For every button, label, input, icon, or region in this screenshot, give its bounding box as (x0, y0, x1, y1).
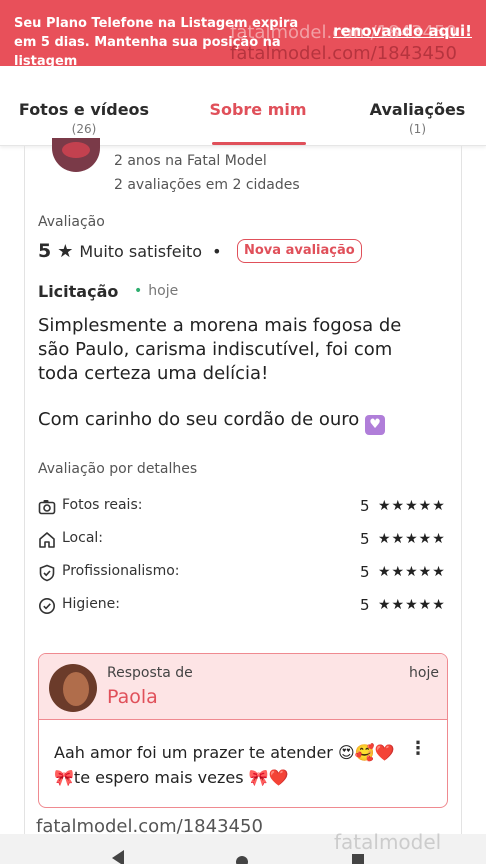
criteria-name: Higiene: (62, 596, 121, 612)
criteria-score: 5 (360, 530, 370, 548)
reply-header: Resposta de Paola hoje (39, 654, 447, 720)
reply-author[interactable]: Paola (107, 686, 158, 708)
criteria-score: 5 (360, 563, 370, 581)
heart-icon: ♥ (365, 415, 386, 435)
criteria-row: Profissionalismo: 5 ★★★★★ (38, 563, 448, 587)
criteria-row: Local: 5 ★★★★★ (38, 530, 448, 554)
home-icon (39, 532, 55, 548)
review-time-text: hoje (148, 283, 179, 299)
reviewer-review-count: 2 avaliações em 2 cidades (114, 177, 300, 193)
renew-link[interactable]: renovando aqui! (333, 22, 472, 40)
tab-label: Avaliações (369, 100, 466, 119)
shield-check-icon (39, 564, 55, 582)
criteria-row: Higiene: 5 ★★★★★ (38, 596, 448, 620)
camera-icon (38, 500, 56, 515)
review-paragraph-2: Com carinho do seu cordão de ouro ♥ (38, 408, 438, 435)
service-name: Licitação (38, 282, 119, 301)
rating-summary: 5 ★ Muito satisfeito • (38, 238, 222, 264)
check-circle-icon (39, 598, 55, 614)
tab-count: (26) (71, 122, 97, 136)
watermark-logo: fatalmodel (334, 830, 442, 854)
criteria-score: 5 (360, 596, 370, 614)
profile-tabs: Fotos e vídeos (26) Sobre mim Avaliações… (0, 66, 486, 146)
review-time: • hoje (134, 283, 178, 299)
reply-line: Aah amor foi um prazer te atender 😍🥰❤️ (54, 743, 395, 762)
criteria-stars: ★★★★★ (378, 531, 446, 547)
online-dot-icon: • (134, 283, 143, 299)
tab-label: Fotos e vídeos (18, 100, 150, 119)
criteria-name: Fotos reais: (62, 497, 143, 513)
criteria-score: 5 (360, 497, 370, 515)
star-icon: ★ (57, 240, 74, 262)
recent-apps-icon[interactable] (352, 854, 364, 864)
rating-label: Avaliação (38, 214, 105, 230)
active-tab-indicator (212, 142, 306, 145)
reply-box: Resposta de Paola hoje Aah amor foi um p… (38, 653, 448, 808)
criteria-stars: ★★★★★ (378, 564, 446, 580)
review-text: Simplesmente a morena mais fogosa de são… (38, 314, 438, 386)
reply-label: Resposta de (107, 665, 193, 681)
details-label: Avaliação por detalhes (38, 461, 198, 477)
tab-photos-videos[interactable]: Fotos e vídeos (26) (14, 100, 154, 136)
renewal-banner: Seu Plano Telefone na Listagem expira em… (0, 0, 486, 69)
reply-time: hoje (409, 665, 439, 681)
criteria-name: Local: (62, 530, 104, 546)
watermark-url: fatalmodel.com/1843450 (36, 816, 263, 837)
reply-text: Aah amor foi um prazer te atender 😍🥰❤️ 🎀… (54, 740, 414, 790)
tab-count: (1) (409, 122, 426, 136)
criteria-stars: ★★★★★ (378, 597, 446, 613)
reply-line: 🎀te espero mais vezes 🎀❤️ (54, 768, 289, 787)
review-paragraph: Simplesmente a morena mais fogosa de são… (38, 315, 402, 384)
rating-text: Muito satisfeito (79, 241, 203, 261)
new-review-badge: Nova avaliação (237, 239, 362, 263)
criteria-stars: ★★★★★ (378, 498, 446, 514)
criteria-name: Profissionalismo: (62, 563, 180, 579)
criteria-row: Fotos reais: 5 ★★★★★ (38, 497, 448, 521)
avatar[interactable] (49, 664, 97, 712)
watermark-url: fatalmodel.com/1843450 (230, 43, 457, 64)
tab-about-me[interactable]: Sobre mim (198, 100, 318, 119)
more-options-icon[interactable]: ⋮ (409, 738, 427, 759)
tab-reviews[interactable]: Avaliações (1) (360, 100, 475, 136)
reviewer-since: 2 anos na Fatal Model (114, 153, 267, 169)
rating-value: 5 (38, 240, 52, 262)
separator-dot: • (212, 241, 222, 261)
back-icon[interactable] (112, 850, 124, 864)
home-button-icon[interactable] (236, 856, 248, 864)
review-paragraph: Com carinho do seu cordão de ouro (38, 409, 360, 430)
tab-label: Sobre mim (209, 100, 307, 119)
